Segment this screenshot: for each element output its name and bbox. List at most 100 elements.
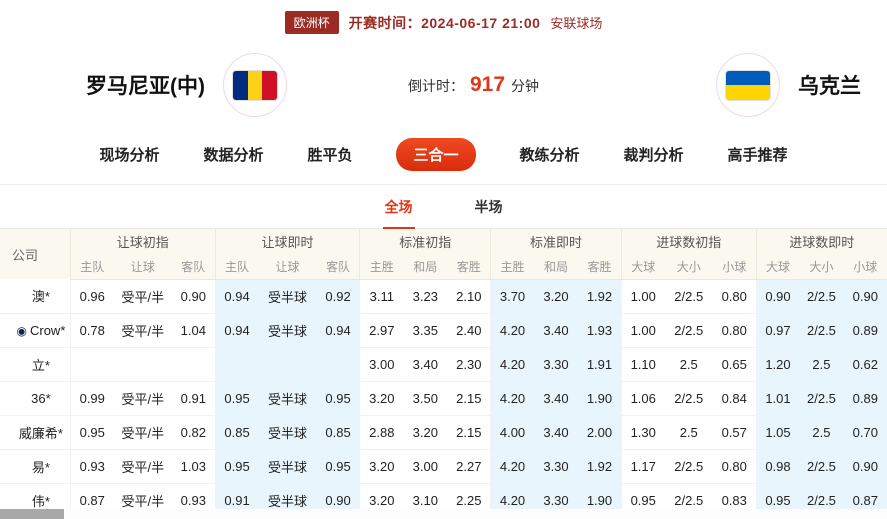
- col-header: 大小: [799, 254, 844, 280]
- away-team-name: 乌克兰: [798, 75, 862, 98]
- odds-cell: 4.20: [490, 449, 534, 484]
- odds-cell: 2/2.5: [664, 381, 713, 416]
- table-row: 威廉希* 0.95 受平/半 0.82 0.85 受半球 0.85 2.88 3.20 2.15 4…: [0, 415, 887, 450]
- company-name: 立*: [31, 357, 50, 373]
- odds-cell: 0.96: [69, 279, 114, 314]
- odds-cell: 3.40: [403, 347, 448, 382]
- group-header-row: 公司 让球初指 让球即时 标准初指 标准即时 进球数初指 进球数即时: [0, 229, 887, 279]
- odds-cell: 受平/半: [113, 449, 172, 484]
- odds-cell: 受半球: [258, 279, 317, 314]
- company-name: 澳*: [31, 289, 50, 305]
- odds-cell: 0.95: [214, 381, 259, 416]
- col-header: 让球: [258, 254, 317, 280]
- tab-referee-analysis[interactable]: 裁判分析: [624, 144, 684, 165]
- odds-cell: 0.90: [843, 449, 887, 484]
- odds-cell: 2.5: [799, 415, 844, 450]
- odds-cell: 1.92: [578, 279, 622, 314]
- company-name: 36*: [31, 390, 51, 406]
- odds-cell: 0.65: [712, 347, 757, 382]
- odds-table: 公司 让球初指 让球即时 标准初指 标准即时 进球数初指 进球数即时 主队 让球…: [0, 229, 887, 518]
- romania-flag-icon: [232, 69, 278, 101]
- odds-cell: 1.90: [578, 381, 622, 416]
- table-row: 易* 0.93 受平/半 1.03 0.95 受半球 0.95 3.20 3.00 2.27 4.2…: [0, 449, 887, 484]
- odds-cell: 0.80: [712, 279, 757, 314]
- odds-cell: 0.78: [69, 313, 114, 348]
- odds-cell: 1.00: [620, 313, 665, 348]
- col-header: 和局: [403, 254, 448, 280]
- col-header: 大球: [755, 254, 800, 280]
- odds-cell: 2.30: [447, 347, 491, 382]
- odds-cell: 4.20: [490, 347, 534, 382]
- venue-name: 安联球场: [550, 16, 603, 31]
- odds-cell: 2/2.5: [664, 449, 713, 484]
- odds-cell: 2/2.5: [799, 381, 844, 416]
- odds-cell: 2.5: [664, 415, 713, 450]
- company-name: 易*: [31, 459, 50, 475]
- odds-cell: 受半球: [258, 449, 317, 484]
- countdown-label: 倒计时：: [407, 78, 464, 94]
- company-cell: 威廉希*: [0, 415, 71, 450]
- odds-cell: 1.30: [620, 415, 665, 450]
- league-badge: 欧洲杯: [284, 11, 339, 34]
- odds-cell: 0.94: [214, 313, 259, 348]
- odds-cell: 3.40: [533, 313, 579, 348]
- horizontal-scrollbar: [0, 509, 887, 519]
- odds-cell: 0.94: [214, 279, 259, 314]
- group-header-1x2-initial: 标准初指: [359, 229, 491, 254]
- col-header: 小球: [843, 254, 887, 280]
- col-header: 主胜: [490, 254, 534, 280]
- away-flag-ring: [716, 53, 781, 117]
- team-row: 罗马尼亚(中) 倒计时： 917 分钟 乌克兰: [0, 44, 887, 126]
- tab-live-analysis[interactable]: 现场分析: [99, 144, 159, 165]
- odds-cell: 2.10: [447, 279, 491, 314]
- tab-three-in-one[interactable]: 三合一: [396, 138, 476, 171]
- odds-cell: 0.80: [712, 449, 757, 484]
- odds-cell: 0.62: [843, 347, 887, 382]
- odds-cell: 受平/半: [113, 381, 172, 416]
- odds-cell: 2.40: [447, 313, 491, 348]
- company-name: Crow*: [29, 322, 66, 338]
- odds-cell: 0.92: [316, 279, 360, 314]
- home-team: 罗马尼亚(中): [0, 53, 408, 117]
- odds-cell: 2.00: [578, 415, 622, 450]
- odds-cell: [113, 347, 172, 382]
- odds-cell: 1.01: [755, 381, 800, 416]
- countdown-value: 917: [469, 73, 506, 96]
- odds-cell: 2.15: [447, 415, 491, 450]
- odds-cell: 2/2.5: [799, 313, 844, 348]
- match-header: 欧洲杯 开赛时间：2024-06-17 21:00 安联球场: [0, 0, 887, 34]
- odds-cell: 1.20: [755, 347, 800, 382]
- odds-cell: 1.03: [171, 449, 216, 484]
- col-header: 主胜: [359, 254, 404, 280]
- sub-header-row: 主队 让球 客队 主队 让球 客队 主胜 和局 客胜 主胜 和局 客胜 大球 大…: [0, 254, 887, 280]
- tab-data-analysis[interactable]: 数据分析: [203, 144, 263, 165]
- odds-cell: 2/2.5: [664, 279, 713, 314]
- odds-cell: 受平/半: [113, 279, 172, 314]
- subtab-full-match[interactable]: 全场: [382, 185, 415, 229]
- tab-expert-picks[interactable]: 高手推荐: [728, 144, 788, 165]
- tab-win-draw-loss[interactable]: 胜平负: [307, 144, 352, 165]
- odds-cell: 0.57: [712, 415, 757, 450]
- odds-cell: 0.95: [69, 415, 114, 450]
- target-icon: ◉: [16, 323, 27, 338]
- odds-cell: 1.06: [620, 381, 665, 416]
- tab-coach-analysis[interactable]: 教练分析: [520, 144, 580, 165]
- odds-cell: 3.50: [403, 381, 448, 416]
- subtab-half-match[interactable]: 半场: [473, 185, 505, 228]
- odds-cell: 4.00: [490, 415, 534, 450]
- odds-cell: 受平/半: [113, 415, 172, 450]
- odds-cell: 0.94: [316, 313, 360, 348]
- odds-cell: 3.70: [490, 279, 534, 314]
- col-header: 让球: [113, 254, 172, 280]
- odds-cell: 3.30: [533, 347, 579, 382]
- home-team-name: 罗马尼亚(中): [86, 75, 205, 98]
- odds-cell: 0.89: [843, 313, 887, 348]
- odds-cell: 3.40: [533, 415, 579, 450]
- odds-cell: 2.97: [359, 313, 404, 348]
- main-nav: 现场分析 数据分析 胜平负 三合一 教练分析 裁判分析 高手推荐: [0, 138, 887, 185]
- odds-cell: 1.04: [171, 313, 216, 348]
- countdown-unit: 分钟: [511, 78, 540, 94]
- odds-cell: [69, 347, 114, 382]
- odds-cell: 2.5: [664, 347, 713, 382]
- horizontal-scrollbar-thumb[interactable]: [0, 509, 64, 519]
